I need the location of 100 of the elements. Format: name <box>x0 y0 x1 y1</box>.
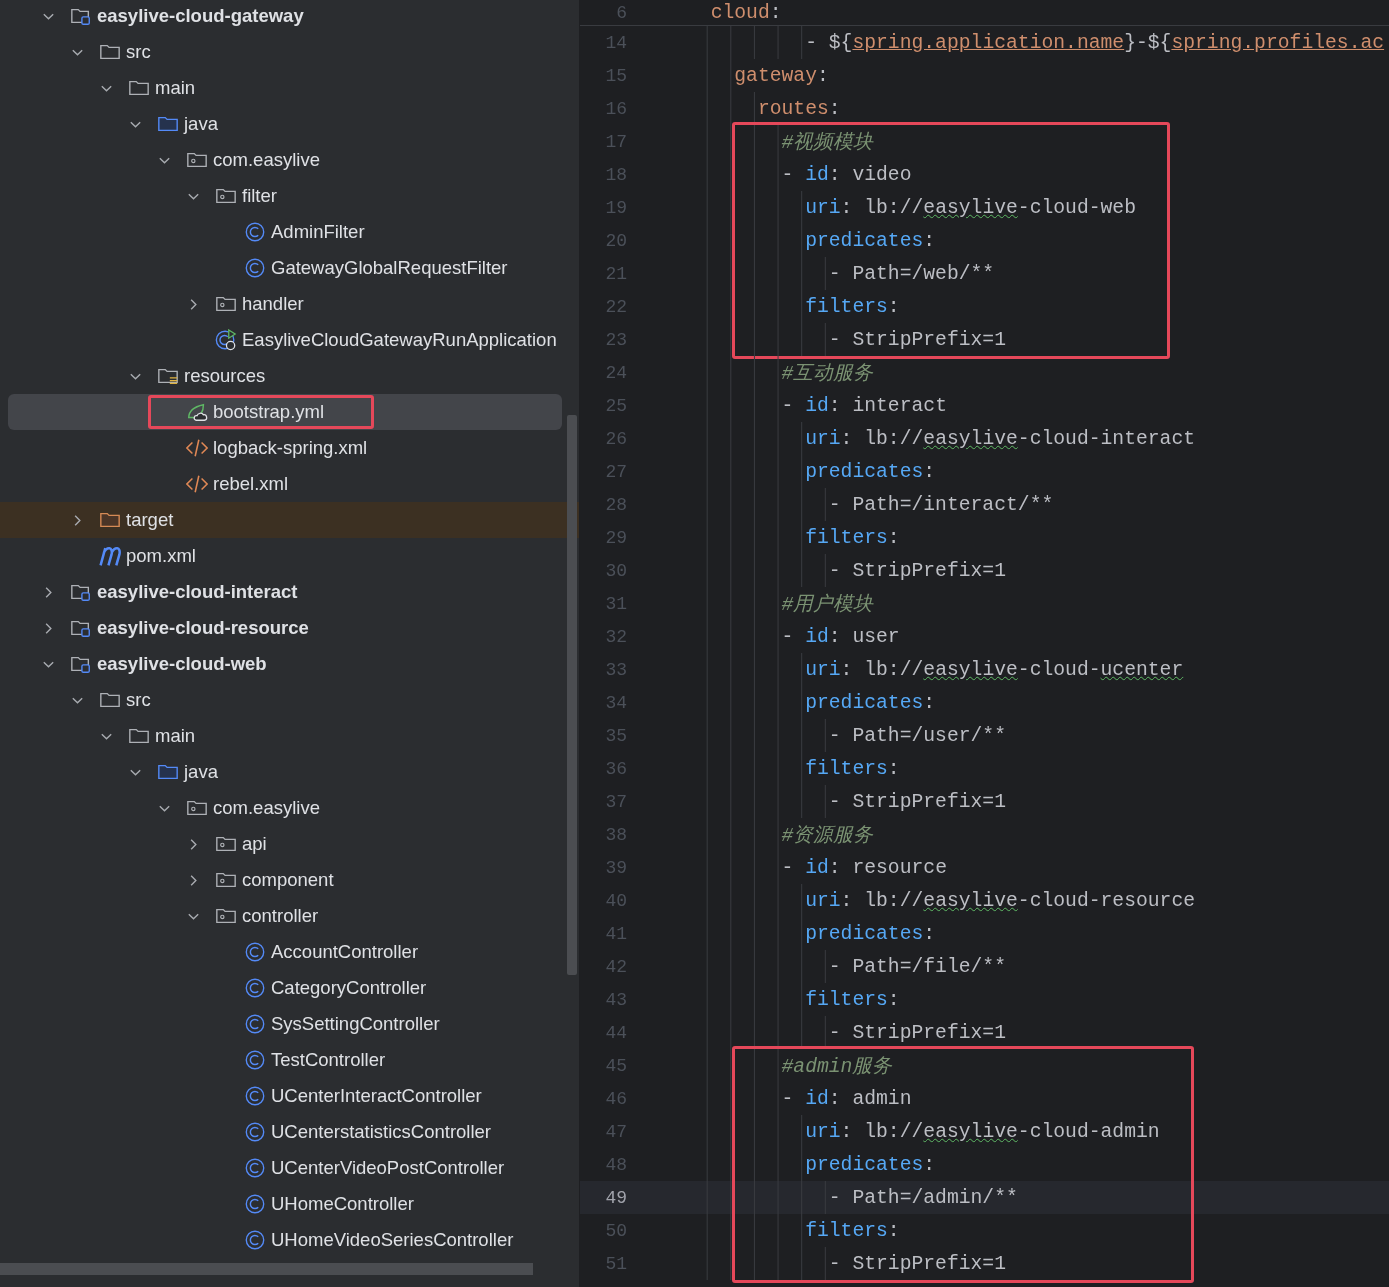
tree-item[interactable]: AccountController <box>0 934 579 970</box>
tree-item-label: com.easylive <box>213 149 320 171</box>
class-icon <box>244 1157 266 1179</box>
tree-item[interactable]: easylive-cloud-resource <box>0 610 579 646</box>
class-icon <box>244 1121 266 1143</box>
tree-item[interactable]: java <box>0 106 579 142</box>
tree-item-label: main <box>155 725 196 747</box>
tree-item[interactable]: pom.xml <box>0 538 579 574</box>
tree-item[interactable]: logback-spring.xml <box>0 430 579 466</box>
tree-item-label: TestController <box>271 1049 386 1071</box>
tree-item-label: java <box>184 761 218 783</box>
code-line: - id: admin <box>781 1087 912 1110</box>
tree-item[interactable]: api <box>0 826 579 862</box>
tree-item-label: CategoryController <box>271 977 427 999</box>
tree-item-label: EasyliveCloudGatewayRunApplication <box>242 329 557 351</box>
class-icon <box>244 221 266 243</box>
code-line: - StripPrefix=1 <box>828 1252 1006 1275</box>
class-icon <box>244 977 266 999</box>
tree-item[interactable]: resources <box>0 358 579 394</box>
tree-item-label: logback-spring.xml <box>213 437 368 459</box>
code-line: predicates: <box>805 460 936 483</box>
code-line: filters: <box>805 1219 900 1242</box>
tree-item-label: GatewayGlobalRequestFilter <box>271 257 508 279</box>
tree-item[interactable]: EasyliveCloudGatewayRunApplication <box>0 322 579 358</box>
tree-item[interactable]: easylive-cloud-web <box>0 646 579 682</box>
tree-item[interactable]: src <box>0 34 579 70</box>
tree-item[interactable]: UHomeController <box>0 1186 579 1222</box>
tree-item[interactable]: handler <box>0 286 579 322</box>
tree-item[interactable]: easylive-cloud-interact <box>0 574 579 610</box>
code-line: - id: interact <box>781 394 947 417</box>
tree-item-label: UHomeVideoSeriesController <box>271 1229 514 1251</box>
tree-item-label: UCenterVideoPostController <box>271 1157 505 1179</box>
tree-item-label: AdminFilter <box>271 221 365 243</box>
tree-item[interactable]: filter <box>0 178 579 214</box>
line-number: 49 <box>604 1187 628 1208</box>
tree-item-label: pom.xml <box>126 545 196 567</box>
tree-item[interactable]: java <box>0 754 579 790</box>
leaf-cloud-icon <box>186 401 208 423</box>
tree-item-label: UCenterstatisticsController <box>271 1121 491 1143</box>
code-line: - StripPrefix=1 <box>828 790 1006 813</box>
tree-item[interactable]: main <box>0 718 579 754</box>
tree-item[interactable]: rebel.xml <box>0 466 579 502</box>
code-line: uri: lb://easylive-cloud-admin <box>805 1120 1160 1143</box>
tree-item[interactable]: com.easylive <box>0 790 579 826</box>
code-line: - Path=/web/** <box>828 262 995 285</box>
code-line: - Path=/admin/** <box>828 1186 1018 1209</box>
tree-item[interactable]: UCenterstatisticsController <box>0 1114 579 1150</box>
tree-item-label: api <box>242 833 267 855</box>
code-line: - Path=/file/** <box>828 955 1006 978</box>
tree-item[interactable]: TestController <box>0 1042 579 1078</box>
tree-item-label: src <box>126 41 151 63</box>
tree-item-label: component <box>242 869 334 891</box>
tree-item[interactable]: GatewayGlobalRequestFilter <box>0 250 579 286</box>
tree-item-label: easylive-cloud-web <box>97 653 267 675</box>
code-line: - id: video <box>781 163 912 186</box>
tree-item[interactable]: target <box>0 502 579 538</box>
tree-item[interactable]: main <box>0 70 579 106</box>
code-line: filters: <box>805 295 900 318</box>
tree-item[interactable]: component <box>0 862 579 898</box>
code-tag-icon <box>186 473 208 495</box>
class-icon <box>244 1013 266 1035</box>
tree-item-label: resources <box>184 365 266 387</box>
tree-item-label: AccountController <box>271 941 419 963</box>
code-line: - Path=/interact/** <box>828 493 1054 516</box>
tree-item-label: main <box>155 77 196 99</box>
tree-item-label: target <box>126 509 174 531</box>
code-line: uri: lb://easylive-cloud-ucenter <box>805 658 1184 681</box>
runnable-class-icon <box>215 329 237 351</box>
code-line: - id: user <box>781 625 900 648</box>
code-line: predicates: <box>805 691 936 714</box>
tree-item-label: UCenterInteractController <box>271 1085 482 1107</box>
tree-item[interactable]: controller <box>0 898 579 934</box>
tree-item[interactable]: src <box>0 682 579 718</box>
code-line: #资源服务 <box>781 824 874 848</box>
class-icon <box>244 1049 266 1071</box>
tree-item[interactable]: CategoryController <box>0 970 579 1006</box>
code-line: cloud: <box>710 1 782 24</box>
code-line: - ${spring.application.name}-${spring.profiles.ac <box>805 31 1385 54</box>
class-icon <box>244 1229 266 1251</box>
tree-item[interactable]: UCenterInteractController <box>0 1078 579 1114</box>
tree-item-label: java <box>184 113 218 135</box>
tree-item[interactable]: UCenterVideoPostController <box>0 1150 579 1186</box>
tree-item-label: easylive-cloud-interact <box>97 581 298 603</box>
code-line: gateway: <box>734 64 829 87</box>
class-icon <box>244 257 266 279</box>
tree-item[interactable]: com.easylive <box>0 142 579 178</box>
code-line: filters: <box>805 988 900 1011</box>
tree-item[interactable]: bootstrap.yml <box>8 394 562 430</box>
tree-item[interactable]: SysSettingController <box>0 1006 579 1042</box>
code-tag-icon <box>186 437 208 459</box>
tree-item-label: handler <box>242 293 304 315</box>
tree-item[interactable]: easylive-cloud-gateway <box>0 0 579 34</box>
class-icon <box>244 941 266 963</box>
tree-item[interactable]: UHomeVideoSeriesController <box>0 1222 579 1258</box>
vertical-scrollbar[interactable] <box>567 415 577 975</box>
code-line: routes: <box>757 97 841 120</box>
tree-item-label: filter <box>242 185 277 207</box>
tree-item[interactable]: AdminFilter <box>0 214 579 250</box>
horizontal-scrollbar[interactable] <box>0 1263 533 1275</box>
code-line: #admin服务 <box>781 1055 893 1079</box>
